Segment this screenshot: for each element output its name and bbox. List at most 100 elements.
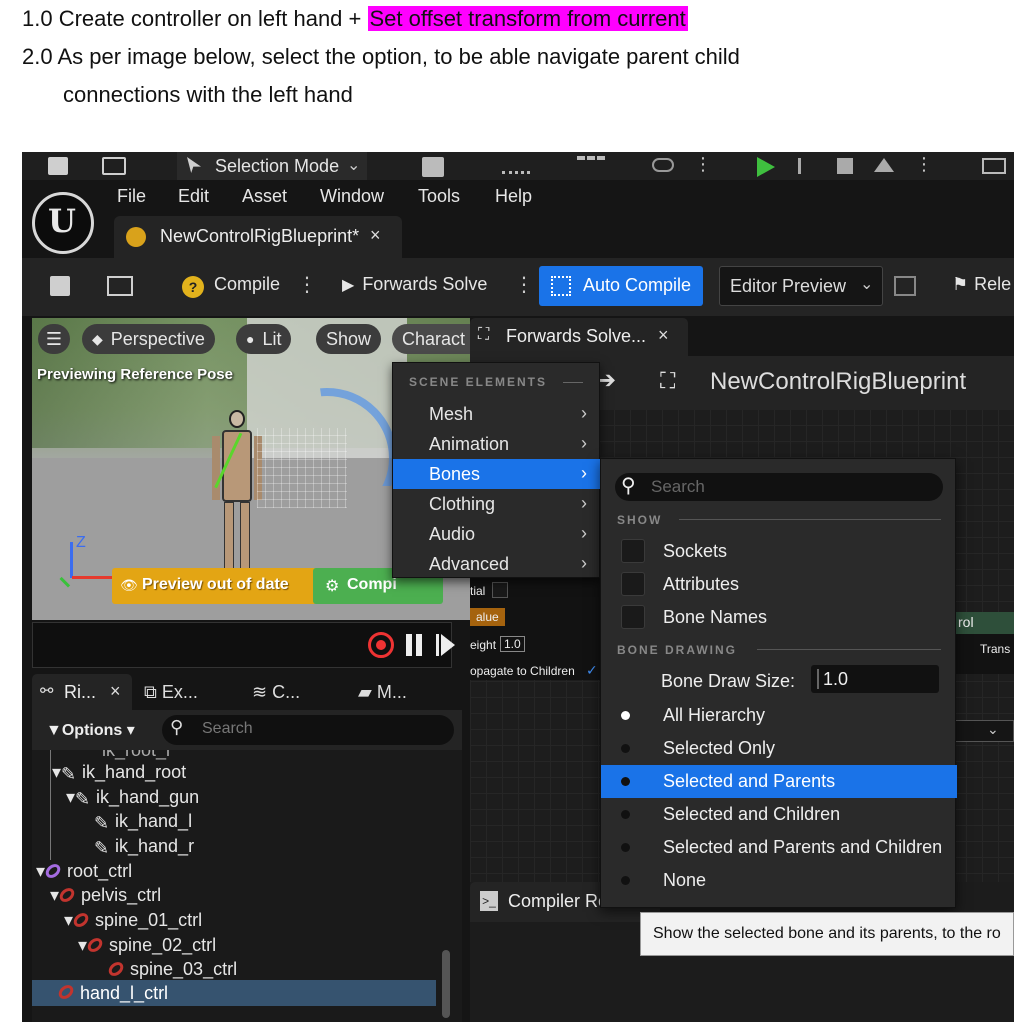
option-bone-names[interactable]: Bone Names — [601, 601, 957, 634]
node-weight-input[interactable]: 1.0 — [500, 636, 525, 652]
menu-item-bones[interactable]: Bones › — [393, 459, 601, 489]
show-button[interactable]: Show — [316, 324, 382, 354]
tab-curves[interactable]: ≋ C... — [252, 682, 300, 703]
character-button[interactable]: Charact — [392, 324, 470, 354]
bone-names-checkbox[interactable] — [621, 605, 645, 629]
blueprint-icon[interactable] — [502, 158, 530, 174]
tree-row-label: root_ctrl — [67, 860, 133, 881]
bone-drawing-section-header: BONE DRAWING — [617, 643, 737, 657]
perspective-button[interactable]: ◆ Perspective — [82, 324, 215, 354]
tree-row-label: ik_root_l — [102, 750, 170, 761]
compile-button[interactable]: ? Compile — [182, 274, 280, 298]
tree-row[interactable]: ▾ root_ctrl — [36, 859, 132, 883]
tree-row[interactable]: ▾ spine_02_ctrl — [78, 933, 216, 957]
menu-asset[interactable]: Asset — [242, 186, 287, 207]
bones-search-input[interactable]: ⚲ Search — [615, 473, 943, 501]
tree-row[interactable]: ▾ spine_01_ctrl — [64, 908, 202, 932]
scrollbar-thumb[interactable] — [442, 950, 450, 1018]
lit-label: Lit — [262, 328, 282, 349]
play-step-icon: ▶ — [342, 276, 355, 294]
attributes-checkbox[interactable] — [621, 572, 645, 596]
close-icon[interactable]: × — [370, 225, 381, 246]
more-options-icon[interactable]: ⋮ — [915, 154, 933, 175]
option-selected-and-parents[interactable]: Selected and Parents — [601, 765, 957, 798]
option-sockets[interactable]: Sockets — [601, 535, 957, 568]
options-dropdown[interactable]: ▼Options ▾ — [46, 720, 135, 740]
lit-button[interactable]: ● Lit — [236, 324, 292, 354]
option-selected-and-children[interactable]: Selected and Children — [601, 798, 957, 831]
graph-node-dropdown[interactable]: ⌄ — [950, 720, 1014, 742]
option-none[interactable]: None — [601, 864, 957, 897]
step-forward-icon[interactable] — [436, 634, 439, 656]
menu-item-mesh[interactable]: Mesh › — [393, 399, 601, 429]
bone-draw-size-input[interactable]: 1.0 — [811, 665, 939, 693]
search-placeholder: Search — [651, 477, 705, 496]
step-icon[interactable] — [798, 158, 816, 174]
tab-rig-hierarchy[interactable]: ⚯ Ri... × — [32, 674, 132, 710]
save-icon[interactable] — [50, 276, 70, 296]
menu-section-header: SCENE ELEMENTS — [409, 375, 548, 389]
more-options-icon[interactable]: ⋮ — [514, 272, 534, 297]
tree-row[interactable]: ✎ ik_hand_r — [94, 834, 194, 859]
play-icon[interactable] — [757, 157, 775, 177]
menu-help[interactable]: Help — [495, 186, 532, 207]
menu-item-clothing[interactable]: Clothing › — [393, 489, 601, 519]
graph-node[interactable]: tial alue eight 1.0 opagate to Children … — [470, 570, 610, 680]
option-selected-parents-children[interactable]: Selected and Parents and Children — [601, 831, 957, 864]
eject-icon[interactable] — [874, 158, 894, 172]
menu-item-animation[interactable]: Animation › — [393, 429, 601, 459]
editor-preview-dropdown[interactable]: Editor Preview ⌄ — [719, 266, 883, 306]
option-all-hierarchy[interactable]: All Hierarchy — [601, 699, 957, 732]
tree-row-selected[interactable]: hand_l_ctrl — [32, 980, 436, 1006]
close-icon[interactable]: × — [658, 325, 669, 346]
close-icon[interactable]: × — [110, 681, 121, 702]
tab-forwards-solve[interactable]: ⛶ Forwards Solve... × — [470, 318, 688, 356]
browse-icon[interactable] — [102, 157, 126, 175]
hierarchy-tree: ik_root_l ▾✎ik_hand_root ▾✎ik_hand_gun ✎… — [32, 750, 462, 1022]
graph-breadcrumb[interactable]: NewControlRigBlueprint — [710, 368, 966, 396]
sockets-checkbox[interactable] — [621, 539, 645, 563]
check-icon[interactable]: ✓ — [586, 662, 598, 679]
selection-mode-dropdown[interactable]: Selection Mode ⌄ — [177, 152, 367, 180]
tree-row[interactable]: ▾ pelvis_ctrl — [50, 883, 161, 907]
cinematics-icon[interactable] — [577, 156, 605, 174]
browse-icon[interactable] — [107, 276, 133, 296]
menu-edit[interactable]: Edit — [178, 186, 209, 207]
hierarchy-search-input[interactable]: ⚲ Search — [162, 715, 454, 745]
menu-item-advanced[interactable]: Advanced › — [393, 549, 601, 579]
tab-execution[interactable]: ⧉ Ex... — [144, 682, 198, 703]
platform-icon[interactable] — [652, 158, 674, 172]
viewport-menu-icon[interactable]: ☰ — [38, 324, 70, 354]
more-options-icon[interactable]: ⋮ — [694, 154, 712, 175]
more-options-icon[interactable]: ⋮ — [297, 272, 317, 297]
menu-item-audio[interactable]: Audio › — [393, 519, 601, 549]
tree-row[interactable]: spine_03_ctrl — [106, 957, 237, 981]
content-icon[interactable] — [422, 157, 444, 177]
browse-icon[interactable] — [894, 276, 916, 296]
save-icon[interactable] — [48, 157, 68, 175]
graph-node-header[interactable]: rol — [950, 612, 1014, 634]
option-attributes[interactable]: Attributes — [601, 568, 957, 601]
tab-modules[interactable]: ▰ M... — [358, 682, 407, 703]
release-button[interactable]: ⚑ Rele — [952, 274, 1011, 295]
menu-file[interactable]: File — [117, 186, 146, 207]
unreal-logo-icon[interactable]: U — [32, 192, 94, 254]
auto-compile-toggle[interactable]: Auto Compile — [539, 266, 703, 306]
menu-tools[interactable]: Tools — [418, 186, 460, 207]
tree-row[interactable]: ▾ ✎ ik_hand_root — [52, 760, 186, 785]
menu-window[interactable]: Window — [320, 186, 384, 207]
graph-node[interactable]: Trans — [950, 634, 1014, 674]
record-icon[interactable] — [368, 632, 394, 658]
option-selected-only[interactable]: Selected Only — [601, 732, 957, 765]
monitor-icon[interactable] — [982, 158, 1006, 174]
tree-row[interactable]: ✎ ik_hand_l — [94, 809, 192, 834]
forwards-solve-button[interactable]: ▶ Forwards Solve — [342, 274, 487, 295]
stop-icon[interactable] — [837, 158, 853, 174]
menu-item-label: Audio — [429, 523, 476, 544]
node-checkbox[interactable] — [492, 582, 508, 598]
section-divider — [679, 519, 941, 520]
asset-tab[interactable]: NewControlRigBlueprint* × — [114, 216, 402, 258]
tree-row[interactable]: ▾ ✎ ik_hand_gun — [66, 785, 199, 810]
pause-icon[interactable] — [406, 634, 412, 656]
gear-icon: ⚙ — [325, 578, 340, 595]
